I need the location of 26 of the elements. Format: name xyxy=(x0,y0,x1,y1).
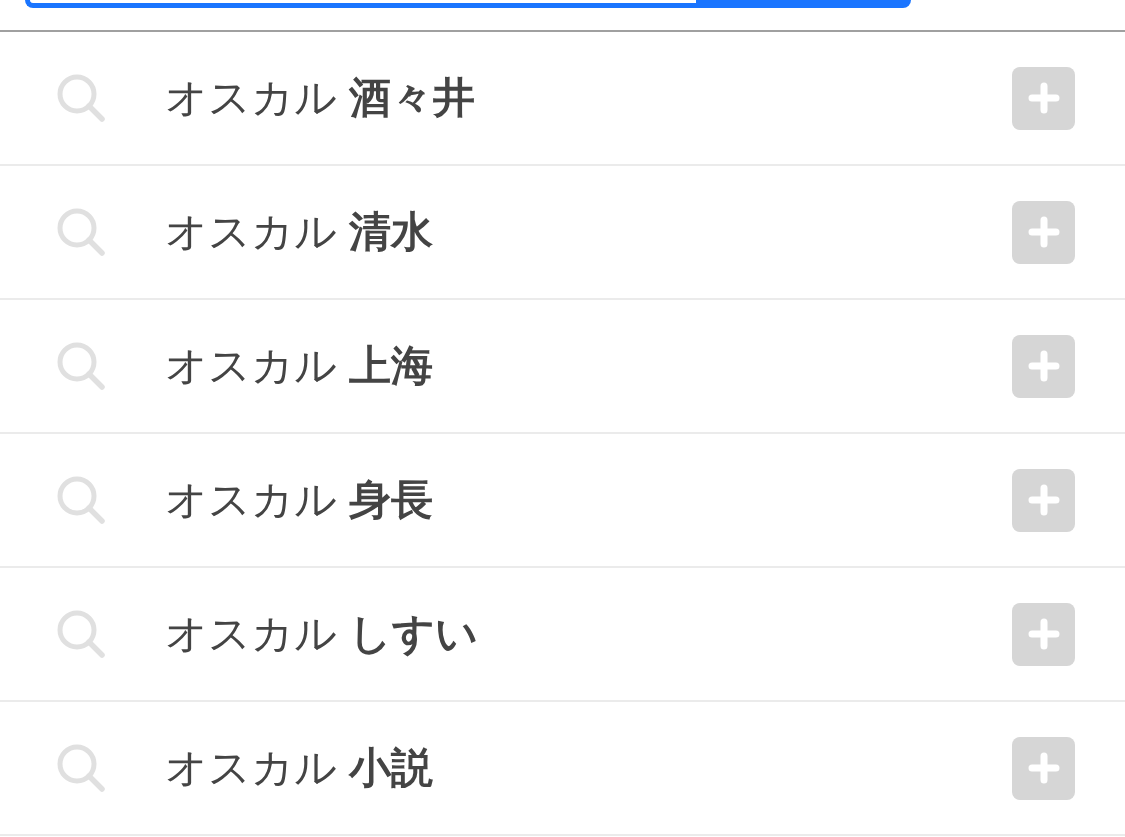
suggestion-text[interactable]: オスカル しすい xyxy=(165,613,478,655)
add-button[interactable] xyxy=(1012,736,1075,800)
suggestion-text[interactable]: オスカル 上海 xyxy=(165,345,433,387)
plus-icon xyxy=(1027,752,1060,784)
search-button[interactable] xyxy=(696,0,911,8)
plus-icon xyxy=(1027,350,1060,382)
add-button[interactable] xyxy=(1012,200,1075,264)
search-icon xyxy=(56,476,106,524)
suggestion-text[interactable]: オスカル 小説 xyxy=(165,747,433,789)
add-button[interactable] xyxy=(1012,66,1075,130)
search-field[interactable] xyxy=(25,0,696,8)
add-button[interactable] xyxy=(1012,468,1075,532)
search-icon xyxy=(56,74,106,122)
plus-icon xyxy=(1027,82,1060,114)
suggestion-text[interactable]: オスカル 身長 xyxy=(165,479,433,521)
plus-icon xyxy=(1027,484,1060,516)
search-icon xyxy=(56,610,106,658)
add-button[interactable] xyxy=(1012,602,1075,666)
plus-icon xyxy=(1027,618,1060,650)
search-icon xyxy=(56,744,106,792)
add-button[interactable] xyxy=(1012,334,1075,398)
suggestion-text[interactable]: オスカル 清水 xyxy=(165,211,433,253)
search-icon xyxy=(56,208,106,256)
search-icon xyxy=(56,342,106,390)
plus-icon xyxy=(1027,216,1060,248)
suggestion-text[interactable]: オスカル 酒々井 xyxy=(165,77,475,119)
